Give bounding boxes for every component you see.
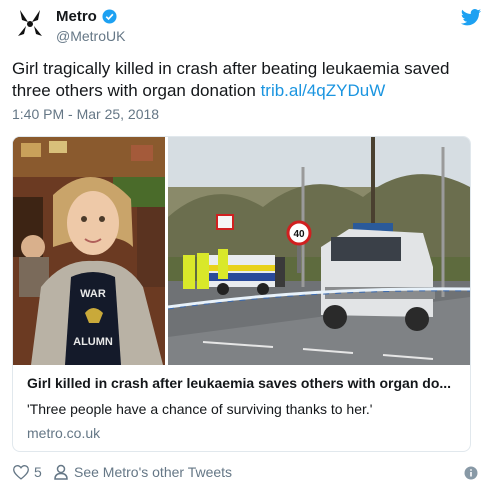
shirt-text-top: WAR (80, 288, 106, 300)
twitter-logo-icon[interactable] (460, 8, 482, 28)
tweet-link[interactable]: trib.al/4qZYDuW (261, 81, 386, 100)
speed-sign-text: 40 (293, 229, 305, 240)
tweet-header: Metro @MetroUK (12, 6, 482, 46)
see-other-tweets-label: See Metro's other Tweets (74, 464, 233, 480)
link-card[interactable]: WAR ALUMN 40 Girl killed in crash after … (12, 136, 471, 452)
see-other-tweets-link[interactable]: See Metro's other Tweets (54, 464, 232, 480)
person-icon (54, 464, 68, 480)
tweet-text: Girl tragically killed in crash after be… (12, 58, 482, 102)
card-title[interactable]: Girl killed in crash after leukaemia sav… (27, 375, 457, 391)
account-handle[interactable]: @MetroUK (56, 28, 125, 44)
shirt-text-bottom: ALUMN (73, 336, 113, 348)
tweet-timestamp[interactable]: 1:40 PM - Mar 25, 2018 (12, 106, 159, 122)
card-image: WAR ALUMN 40 (13, 137, 470, 365)
name-row: Metro (56, 8, 117, 25)
metro-logo-avatar[interactable] (12, 6, 48, 42)
card-description: 'Three people have a chance of surviving… (27, 401, 373, 417)
like-count: 5 (34, 464, 42, 480)
card-domain: metro.co.uk (27, 425, 101, 441)
tweet-footer: 5 See Metro's other Tweets (12, 462, 482, 486)
info-icon[interactable] (464, 466, 478, 480)
like-button[interactable]: 5 (12, 464, 42, 480)
card-body: Girl killed in crash after leukaemia sav… (13, 365, 470, 451)
embedded-tweet: Metro @MetroUK Girl tragically killed in… (0, 0, 493, 489)
verified-badge-icon (102, 9, 117, 24)
heart-icon (13, 465, 29, 480)
account-name[interactable]: Metro (56, 8, 97, 25)
